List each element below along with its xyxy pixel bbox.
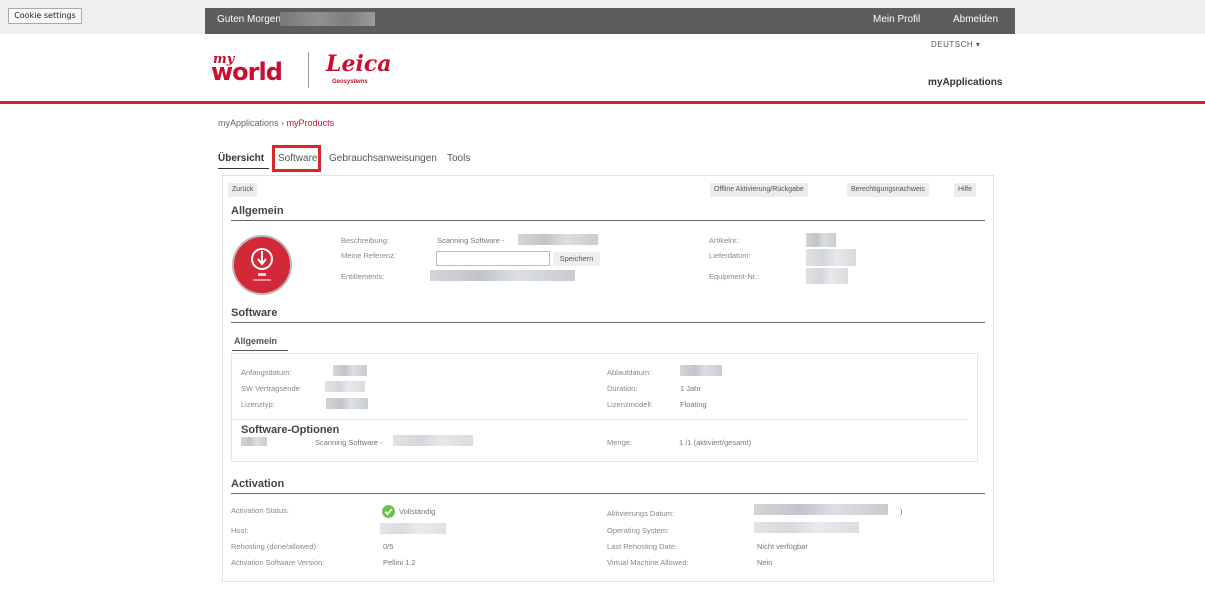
vm-allowed-value: Nein bbox=[757, 558, 773, 567]
tab-manuals[interactable]: Gebrauchsanweisungen bbox=[329, 153, 437, 164]
software-general-tab[interactable]: Allgemein bbox=[234, 336, 277, 346]
check-circle-icon bbox=[382, 505, 395, 518]
activation-status-label: Activation Status: bbox=[231, 506, 289, 515]
option-code-redacted bbox=[241, 437, 267, 446]
greeting-text: Guten Morgen bbox=[217, 14, 281, 25]
logo-divider bbox=[308, 52, 309, 88]
license-model-label: Lizenzmodell: bbox=[607, 400, 653, 409]
host-label: Host: bbox=[231, 526, 249, 535]
article-number-redacted bbox=[806, 233, 836, 247]
leica-logo-text: Leica bbox=[326, 51, 392, 77]
operating-system-redacted bbox=[754, 522, 859, 533]
reference-input[interactable] bbox=[436, 251, 550, 266]
save-reference-button[interactable]: Speichern bbox=[553, 252, 600, 266]
activation-date-suffix: ) bbox=[900, 507, 903, 516]
back-button[interactable]: Zurück bbox=[228, 183, 258, 197]
equipment-number-label: Equipment-Nr.: bbox=[709, 272, 760, 281]
rehosting-value: 0/5 bbox=[383, 542, 394, 551]
activation-section-title: Activation bbox=[231, 478, 285, 490]
expiry-date-redacted bbox=[680, 365, 722, 376]
delivery-date-label: Lieferdatum: bbox=[709, 251, 751, 260]
option-name: Scanning Software - bbox=[315, 438, 383, 447]
user-name-redacted bbox=[280, 12, 375, 26]
activation-software-version-label: Activation Software Version: bbox=[231, 558, 325, 567]
contract-end-label: SW Vertragsende: bbox=[241, 384, 302, 393]
activation-date-redacted bbox=[754, 504, 888, 515]
vm-allowed-label: Virtual Machine Allowed: bbox=[607, 558, 689, 567]
geosystems-text: Geosystems bbox=[332, 79, 368, 85]
description-value: Scanning Software - bbox=[437, 236, 505, 245]
contract-end-redacted bbox=[325, 381, 365, 392]
header-divider bbox=[0, 101, 1205, 104]
article-number-label: Artikelnr.: bbox=[709, 236, 741, 245]
breadcrumb: myApplications › myProducts bbox=[218, 118, 334, 128]
software-tab-highlight bbox=[272, 145, 321, 172]
duration-label: Duration: bbox=[607, 384, 638, 393]
active-tab-underline bbox=[218, 168, 269, 169]
quantity-label: Menge: bbox=[607, 438, 633, 447]
software-general-tab-underline bbox=[232, 350, 288, 351]
language-selector[interactable]: DEUTSCH ▾ bbox=[931, 40, 980, 49]
start-date-redacted bbox=[333, 365, 367, 376]
breadcrumb-parent[interactable]: myApplications bbox=[218, 118, 279, 128]
activation-date-label: Aktivierungs Datum: bbox=[607, 509, 675, 518]
logout-link[interactable]: Abmelden bbox=[953, 14, 998, 25]
quantity-value: 1 /1 (aktiviert/gesamt) bbox=[679, 438, 752, 447]
software-section-title: Software bbox=[231, 307, 278, 319]
last-rehosting-label: Last Rehosting Date: bbox=[607, 542, 678, 551]
tab-overview[interactable]: Übersicht bbox=[218, 153, 264, 164]
description-label: Beschreibung: bbox=[341, 236, 389, 245]
activation-status-value: Vollständig bbox=[399, 507, 436, 516]
host-redacted bbox=[380, 523, 446, 534]
help-button[interactable]: Hilfe bbox=[954, 183, 977, 197]
option-name-redacted bbox=[393, 435, 473, 446]
operating-system-label: Operating System: bbox=[607, 526, 670, 535]
offline-activation-button[interactable]: Offline Aktivierung/Rückgabe bbox=[710, 183, 808, 197]
app-title: myApplications bbox=[928, 77, 1003, 88]
license-type-label: Lizenztyp: bbox=[241, 400, 275, 409]
general-section-title: Allgemein bbox=[231, 205, 284, 217]
software-options-title: Software-Optionen bbox=[241, 424, 340, 436]
cookie-settings-button[interactable]: Cookie settings bbox=[8, 8, 82, 24]
tab-tools[interactable]: Tools bbox=[447, 153, 470, 164]
delivery-date-redacted bbox=[806, 249, 856, 266]
expiry-date-label: Ablaufdatum: bbox=[607, 368, 652, 377]
entitlements-redacted bbox=[430, 270, 575, 281]
breadcrumb-separator: › bbox=[281, 118, 285, 128]
entitlement-proof-button[interactable]: Berechtigungsnachweis bbox=[847, 183, 929, 197]
last-rehosting-value: Nicht verfügbar bbox=[757, 542, 808, 551]
rehosting-label: Rehosting (done/allowed): bbox=[231, 542, 319, 551]
license-model-value: Floating bbox=[680, 400, 707, 409]
software-section-line bbox=[231, 322, 985, 323]
download-disc-icon bbox=[232, 235, 292, 295]
equipment-number-redacted bbox=[806, 268, 848, 284]
entitlements-label: Entitlements: bbox=[341, 272, 385, 281]
breadcrumb-current[interactable]: myProducts bbox=[287, 118, 335, 128]
license-type-redacted bbox=[326, 398, 368, 409]
description-redacted bbox=[518, 234, 598, 245]
logo-world-text: world bbox=[211, 58, 283, 86]
start-date-label: Anfangsdatum: bbox=[241, 368, 292, 377]
duration-value: 1 Jahr bbox=[680, 384, 701, 393]
options-separator bbox=[232, 419, 968, 420]
general-section-line bbox=[231, 220, 985, 221]
activation-software-version-value: Pellini 1.2 bbox=[383, 558, 416, 567]
reference-label: Meine Referenz: bbox=[341, 251, 397, 260]
activation-section-line bbox=[231, 493, 985, 494]
my-profile-link[interactable]: Mein Profil bbox=[873, 14, 920, 25]
